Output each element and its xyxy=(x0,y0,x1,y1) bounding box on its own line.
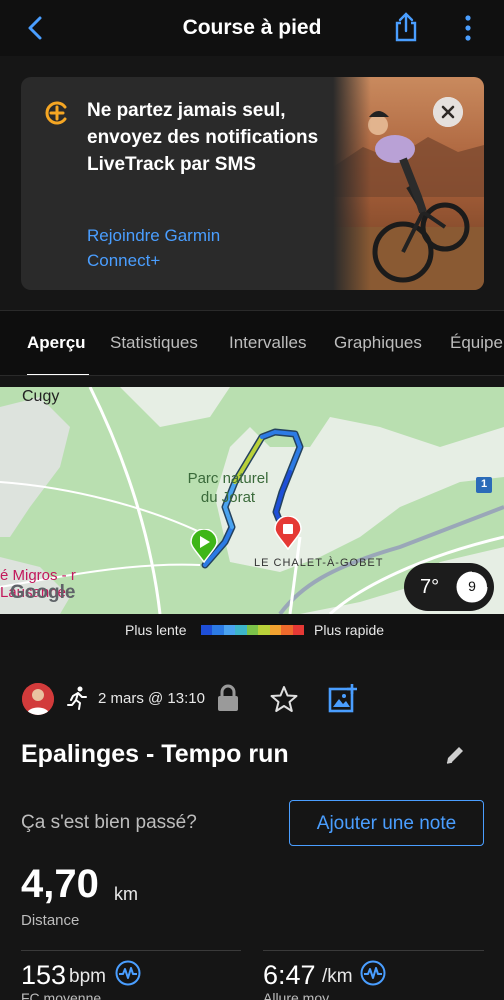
tab-equipement[interactable]: Équipement xyxy=(450,333,504,353)
legend-fast-label: Plus rapide xyxy=(314,622,385,638)
distance-value: 4,70 xyxy=(21,862,99,906)
pace-unit: /km xyxy=(322,966,353,987)
legend-slow-label: Plus lente xyxy=(125,622,187,638)
divider xyxy=(21,950,241,951)
pace-label: Allure moy. xyxy=(263,990,332,1000)
promo-section: Ne partez jamais seul, envoyez des notif… xyxy=(0,56,504,310)
livetrack-promo-card[interactable]: Ne partez jamais seul, envoyez des notif… xyxy=(21,77,484,290)
temperature: 7° xyxy=(420,576,440,598)
legend-swatch xyxy=(269,625,282,635)
distance-label: Distance xyxy=(21,912,80,929)
legend-swatch xyxy=(235,625,247,635)
running-icon xyxy=(67,686,87,710)
more-vertical-icon[interactable] xyxy=(458,14,478,42)
legend-swatch xyxy=(201,625,213,635)
pace-legend: Plus lente Plus rapide xyxy=(0,614,504,650)
heart-rate-unit: bpm xyxy=(69,966,106,987)
pace-chart-icon[interactable] xyxy=(360,960,386,986)
add-note-button[interactable]: Ajouter une note xyxy=(289,800,484,846)
heart-rate-label: FC moyenne xyxy=(21,990,102,1000)
legend-swatch xyxy=(292,625,304,635)
avatar[interactable] xyxy=(22,683,54,715)
activity-date: 2 mars @ 13:10 xyxy=(98,690,205,707)
tab-graphiques[interactable]: Graphiques xyxy=(334,333,422,353)
livetrack-icon xyxy=(45,101,67,125)
heart-rate-chart-icon[interactable] xyxy=(115,960,141,986)
legend-swatch xyxy=(246,625,259,635)
garmin-connect-plus-link[interactable]: Rejoindre Garmin Connect+ xyxy=(87,223,287,273)
tab-apercu[interactable]: Aperçu xyxy=(27,333,86,353)
wind-speed: 9 xyxy=(468,578,476,594)
map-label-town: Cugy xyxy=(22,388,60,405)
weather-badge[interactable]: 7° 9 xyxy=(404,563,494,611)
legend-swatch xyxy=(212,625,224,635)
active-tab-indicator xyxy=(27,374,89,375)
tab-intervalles[interactable]: Intervalles xyxy=(229,333,306,353)
lock-icon[interactable] xyxy=(216,684,240,712)
divider xyxy=(263,950,484,951)
add-photo-icon[interactable] xyxy=(328,683,358,713)
finish-marker-icon xyxy=(274,516,302,550)
google-attribution: Google xyxy=(10,582,76,603)
promo-message: Ne partez jamais seul, envoyez des notif… xyxy=(87,100,319,175)
legend-swatch xyxy=(281,625,293,635)
distance-unit: km xyxy=(114,884,138,904)
feedback-question: Ça s'est bien passé? xyxy=(21,812,197,833)
pace-value: 6:47 xyxy=(263,960,316,990)
legend-swatch xyxy=(223,625,236,635)
legend-swatch xyxy=(258,625,270,635)
tab-statistiques[interactable]: Statistiques xyxy=(110,333,198,353)
edit-icon[interactable] xyxy=(444,744,466,766)
map-label-park: Parc naturel du Jorat xyxy=(187,470,269,506)
tab-bar: Aperçu Statistiques Intervalles Graphiqu… xyxy=(0,310,504,376)
pace-gradient-bar xyxy=(201,625,304,635)
top-bar: Course à pied xyxy=(0,0,504,56)
page-title: Course à pied xyxy=(182,16,322,39)
activity-name: Epalinges - Tempo run xyxy=(21,740,289,768)
share-icon[interactable] xyxy=(392,12,420,42)
start-marker-icon xyxy=(190,529,218,563)
star-icon[interactable] xyxy=(270,685,298,713)
map-label-place: LE CHALET-À-GOBET xyxy=(254,557,384,569)
close-icon[interactable] xyxy=(433,97,463,127)
heart-rate-value: 153 xyxy=(21,960,67,990)
map-road-number: 1 xyxy=(480,478,488,490)
